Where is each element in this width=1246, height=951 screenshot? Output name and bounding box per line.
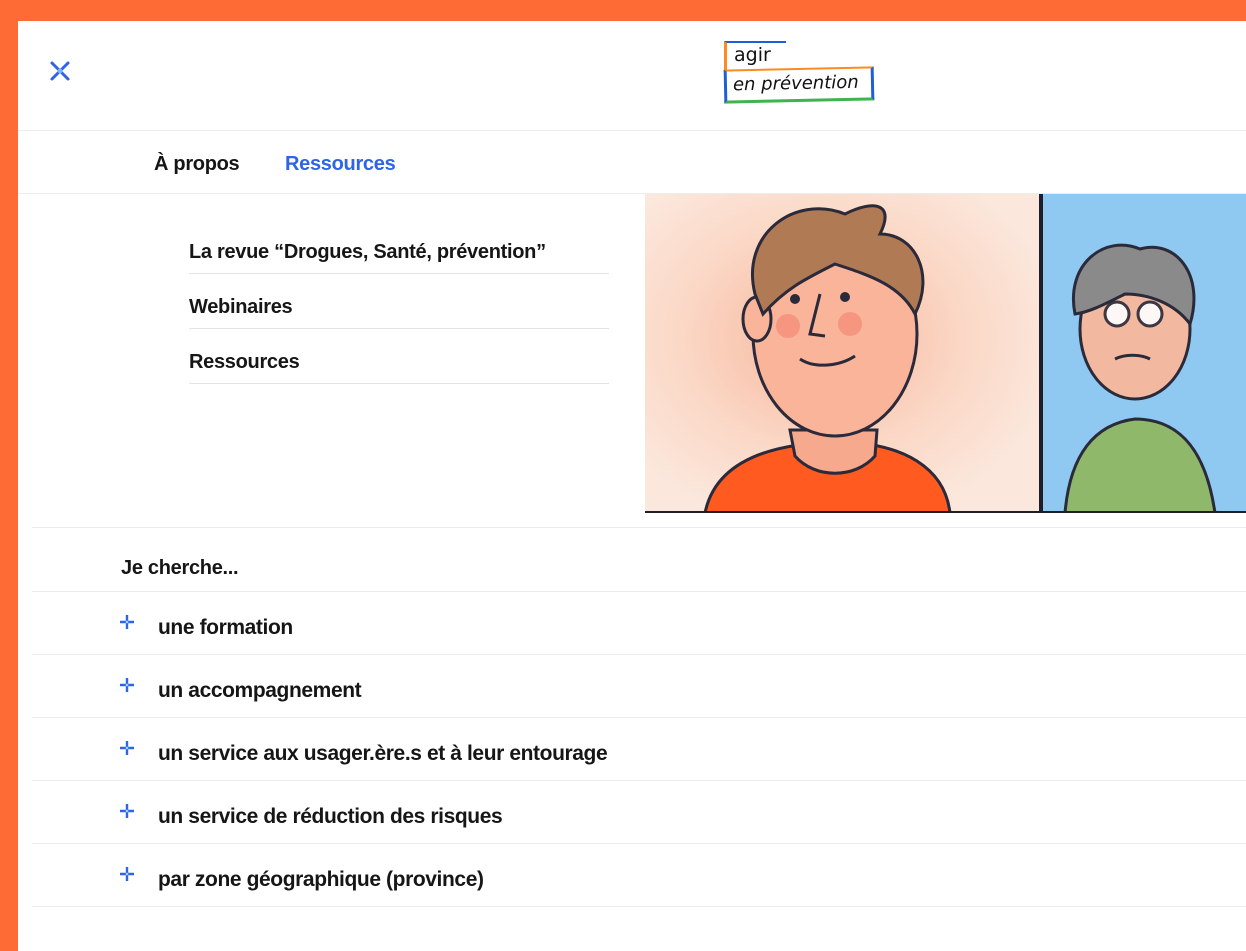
search-option-label: un accompagnement (158, 679, 362, 702)
nav-item-a-propos[interactable]: À propos (154, 153, 240, 176)
header: agir en prévention (18, 21, 1246, 131)
search-options-list: une formation un accompagnement un servi… (32, 592, 1246, 907)
plus-icon (120, 741, 134, 755)
main-nav: À propos Ressources (18, 131, 1246, 194)
submenu-item-revue[interactable]: La revue “Drogues, Santé, prévention” (189, 219, 609, 274)
submenu-item-webinaires[interactable]: Webinaires (189, 274, 609, 329)
plus-icon (120, 615, 134, 629)
search-option-label: un service aux usager.ère.s et à leur en… (158, 742, 608, 765)
search-option-label: un service de réduction des risques (158, 805, 503, 828)
plus-icon (120, 867, 134, 881)
search-option-reduction-risques[interactable]: un service de réduction des risques (32, 781, 1246, 844)
search-option-accompagnement[interactable]: un accompagnement (32, 655, 1246, 718)
plus-icon (120, 678, 134, 692)
plus-icon (120, 804, 134, 818)
ressources-submenu: La revue “Drogues, Santé, prévention” We… (189, 221, 609, 384)
logo-text-agir: agir (724, 41, 786, 71)
illustration (645, 194, 1246, 513)
nav-item-ressources[interactable]: Ressources (285, 153, 396, 176)
close-icon[interactable] (48, 59, 72, 83)
menu-panel: agir en prévention À propos Ressources L… (18, 21, 1246, 951)
search-option-label: par zone géographique (province) (158, 868, 484, 891)
search-option-zone-geographique[interactable]: par zone géographique (province) (32, 844, 1246, 907)
logo-text-en-prevention: en prévention (723, 66, 875, 104)
search-option-service-usagers[interactable]: un service aux usager.ère.s et à leur en… (32, 718, 1246, 781)
search-option-formation[interactable]: une formation (32, 592, 1246, 655)
search-option-label: une formation (158, 616, 293, 639)
divider (32, 527, 1246, 528)
submenu-item-ressources[interactable]: Ressources (189, 329, 609, 384)
search-section-title: Je cherche... (121, 557, 239, 579)
logo[interactable]: agir en prévention (718, 38, 878, 110)
